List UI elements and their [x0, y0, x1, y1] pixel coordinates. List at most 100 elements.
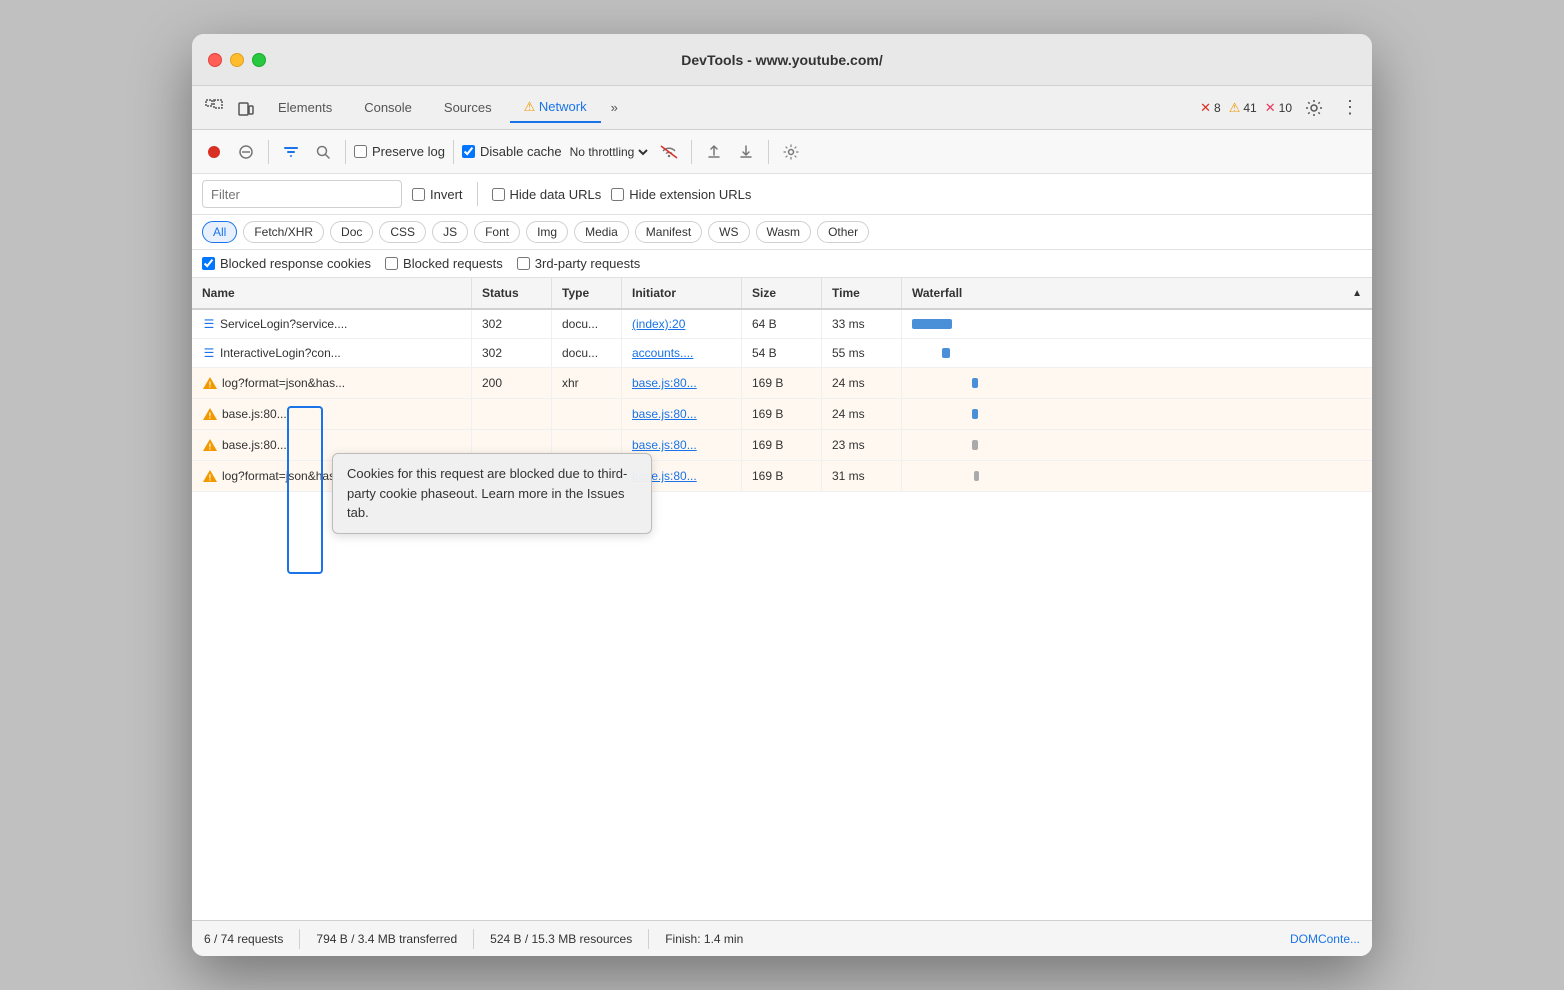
hide-data-urls-label[interactable]: Hide data URLs: [492, 187, 602, 202]
td-time-2: 55 ms: [822, 339, 902, 367]
td-time-5: 23 ms: [822, 430, 902, 460]
invert-label[interactable]: Invert: [412, 187, 463, 202]
inspector-icon-button[interactable]: [200, 94, 228, 122]
th-initiator[interactable]: Initiator: [622, 278, 742, 308]
type-btn-wasm[interactable]: Wasm: [756, 221, 812, 243]
td-initiator-1: (index):20: [622, 310, 742, 338]
finish-time: Finish: 1.4 min: [665, 932, 743, 946]
filter-input[interactable]: [202, 180, 402, 208]
td-size-6: 169 B: [742, 461, 822, 491]
td-initiator-3: base.js:80...: [622, 368, 742, 398]
wifi-icon-button[interactable]: [655, 138, 683, 166]
minimize-button[interactable]: [230, 53, 244, 67]
gear-icon: [1305, 99, 1323, 117]
td-time-6: 31 ms: [822, 461, 902, 491]
disable-cache-label[interactable]: Disable cache: [462, 144, 562, 159]
hide-data-urls-checkbox[interactable]: [492, 188, 505, 201]
device-toggle-button[interactable]: [232, 94, 260, 122]
third-party-label[interactable]: 3rd-party requests: [517, 256, 641, 271]
blocked-cookies-checkbox[interactable]: [202, 257, 215, 270]
td-waterfall-3: [902, 368, 1372, 398]
info-badge: ✕ 10: [1265, 100, 1292, 116]
td-time-1: 33 ms: [822, 310, 902, 338]
disable-cache-checkbox[interactable]: [462, 145, 475, 158]
blocked-requests-label[interactable]: Blocked requests: [385, 256, 503, 271]
type-btn-all[interactable]: All: [202, 221, 237, 243]
td-size-3: 169 B: [742, 368, 822, 398]
tab-elements[interactable]: Elements: [264, 94, 346, 121]
filter-button[interactable]: [277, 138, 305, 166]
th-type[interactable]: Type: [552, 278, 622, 308]
filter-bar: Invert Hide data URLs Hide extension URL…: [192, 174, 1372, 215]
filter-icon: [283, 144, 299, 160]
resources-size: 524 B / 15.3 MB resources: [490, 932, 632, 946]
doc-icon-1: ☰: [202, 317, 216, 331]
td-name-1: ☰ ServiceLogin?service....: [192, 310, 472, 338]
separator-3: [453, 140, 454, 164]
more-options-button[interactable]: ⋮: [1336, 94, 1364, 122]
blocked-bar: Blocked response cookies Blocked request…: [192, 250, 1372, 278]
th-size[interactable]: Size: [742, 278, 822, 308]
td-time-4: 24 ms: [822, 399, 902, 429]
warn-icon-5: !: [202, 437, 218, 453]
info-icon: ✕: [1265, 100, 1276, 116]
record-button[interactable]: [200, 138, 228, 166]
warning-triangle-icon: !: [202, 376, 218, 390]
separator-2: [345, 140, 346, 164]
td-type-1: docu...: [552, 310, 622, 338]
blocked-cookies-label[interactable]: Blocked response cookies: [202, 256, 371, 271]
table-row[interactable]: ! log?format=json&has... 200 xhr base.js…: [192, 368, 1372, 399]
type-btn-fetch-xhr[interactable]: Fetch/XHR: [243, 221, 324, 243]
th-status[interactable]: Status: [472, 278, 552, 308]
network-settings-button[interactable]: [777, 138, 805, 166]
search-button[interactable]: [309, 138, 337, 166]
hide-extension-urls-label[interactable]: Hide extension URLs: [611, 187, 751, 202]
tab-more-button[interactable]: »: [605, 100, 624, 115]
table-header: Name Status Type Initiator Size Time Wat…: [192, 278, 1372, 310]
devtools-window: DevTools - www.youtube.com/: [192, 34, 1372, 956]
type-btn-font[interactable]: Font: [474, 221, 520, 243]
type-btn-doc[interactable]: Doc: [330, 221, 373, 243]
maximize-button[interactable]: [252, 53, 266, 67]
tab-network[interactable]: ⚠ Network: [510, 93, 601, 123]
import-button[interactable]: [732, 138, 760, 166]
type-btn-css[interactable]: CSS: [379, 221, 426, 243]
type-btn-manifest[interactable]: Manifest: [635, 221, 702, 243]
th-name[interactable]: Name: [192, 278, 472, 308]
type-btn-media[interactable]: Media: [574, 221, 629, 243]
clear-button[interactable]: [232, 138, 260, 166]
td-initiator-4: base.js:80...: [622, 399, 742, 429]
preserve-log-checkbox[interactable]: [354, 145, 367, 158]
td-initiator-2: accounts....: [622, 339, 742, 367]
close-button[interactable]: [208, 53, 222, 67]
titlebar: DevTools - www.youtube.com/: [192, 34, 1372, 86]
type-filter-bar: All Fetch/XHR Doc CSS JS Font Img Media …: [192, 215, 1372, 250]
preserve-log-label[interactable]: Preserve log: [354, 144, 445, 159]
blocked-requests-checkbox[interactable]: [385, 257, 398, 270]
tab-sources[interactable]: Sources: [430, 94, 506, 121]
type-btn-other[interactable]: Other: [817, 221, 869, 243]
th-time[interactable]: Time: [822, 278, 902, 308]
invert-checkbox[interactable]: [412, 188, 425, 201]
network-warning-icon: ⚠: [524, 99, 536, 114]
type-btn-ws[interactable]: WS: [708, 221, 749, 243]
tab-bar-left: Elements Console Sources ⚠ Network »: [200, 93, 624, 123]
export-button[interactable]: [700, 138, 728, 166]
hide-extension-urls-checkbox[interactable]: [611, 188, 624, 201]
table-row[interactable]: ☰ ServiceLogin?service.... 302 docu... (…: [192, 310, 1372, 339]
status-divider-2: [473, 929, 474, 949]
th-waterfall[interactable]: Waterfall ▲: [902, 278, 1372, 308]
third-party-checkbox[interactable]: [517, 257, 530, 270]
throttling-select[interactable]: No throttling Fast 3G Slow 3G: [566, 144, 651, 160]
tab-console[interactable]: Console: [350, 94, 426, 121]
warning-icon: ⚠: [1229, 100, 1241, 116]
error-badge: ✕ 8: [1200, 100, 1221, 116]
type-btn-img[interactable]: Img: [526, 221, 568, 243]
table-row[interactable]: ! base.js:80... base.js:80... 169 B 24 m…: [192, 399, 1372, 430]
type-btn-js[interactable]: JS: [432, 221, 468, 243]
td-waterfall-4: [902, 399, 1372, 429]
search-icon: [315, 144, 331, 160]
table-row[interactable]: ☰ InteractiveLogin?con... 302 docu... ac…: [192, 339, 1372, 368]
settings-button[interactable]: [1300, 94, 1328, 122]
tab-bar-right: ✕ 8 ⚠ 41 ✕ 10 ⋮: [1200, 94, 1364, 122]
